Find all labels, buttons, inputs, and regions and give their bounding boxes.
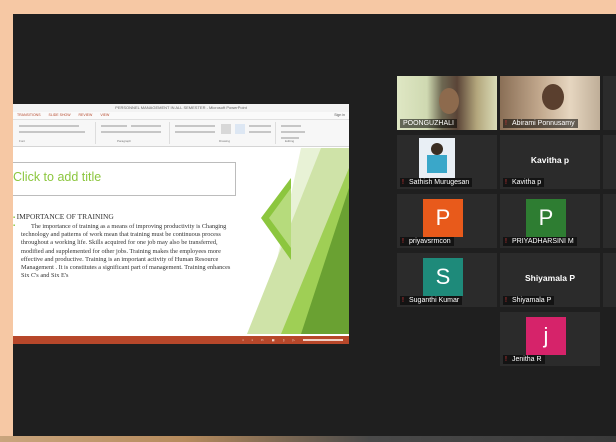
tab-slide-show[interactable]: SLIDE SHOW <box>49 112 71 119</box>
mic-muted-icon: ǃ <box>505 179 507 186</box>
bullet-body: The importance of training as a means of… <box>21 223 231 280</box>
sign-in-link[interactable]: Sign in <box>334 112 345 119</box>
mic-muted-icon: ǃ <box>402 297 404 304</box>
mic-muted-icon: ǃ <box>505 238 507 245</box>
title-placeholder-text: Click to add title <box>13 170 102 184</box>
participant-tile[interactable]: ǃ Sathish Murugesan <box>397 135 497 189</box>
paragraph-group[interactable]: Paragraph <box>97 122 170 144</box>
participant-display-name: Shiyamala P <box>524 273 576 283</box>
participant-tile[interactable]: ǃ Abirami Ponnusamy <box>500 76 600 130</box>
participant-name: ǃ Abirami Ponnusamy <box>503 119 578 128</box>
participant-name: ǃ Kavitha p <box>503 178 545 187</box>
notes-icon[interactable]: ▪ <box>242 338 243 342</box>
tab-review[interactable]: REVIEW <box>79 112 93 119</box>
avatar: j <box>526 317 566 355</box>
font-group-label: Font <box>19 139 26 143</box>
slide-sorter-icon[interactable]: ▦ <box>272 338 275 342</box>
participant-name: POONGUZHALI <box>400 119 457 128</box>
quick-styles-icon[interactable] <box>235 124 245 134</box>
comments-icon[interactable]: ▪ <box>252 338 253 342</box>
ribbon-tabs: TRANSITIONS SLIDE SHOW REVIEW VIEW Sign … <box>13 112 349 120</box>
editing-group[interactable]: Editing <box>277 122 317 144</box>
editing-group-label: Editing <box>285 139 295 143</box>
window-title: PERSONNEL MANAGEMENT IN ALL SEMESTER - M… <box>13 104 349 112</box>
shared-screen: PERSONNEL MANAGEMENT IN ALL SEMESTER - M… <box>13 104 349 344</box>
person-face <box>431 143 443 155</box>
participant-name: ǃ PRIYADHARSINI M <box>503 237 577 246</box>
avatar: P <box>423 199 463 237</box>
ribbon: Font Paragraph Drawing Editing <box>13 120 349 147</box>
participant-name: ǃ Jenitha R <box>503 355 545 364</box>
person-face <box>542 84 564 110</box>
status-bar: ▪ ▪ ▭ ▦ ▯ ▷ <box>13 336 349 344</box>
tab-transitions[interactable]: TRANSITIONS <box>17 112 41 119</box>
paragraph-group-label: Paragraph <box>117 139 132 143</box>
font-group[interactable]: Font <box>15 122 96 144</box>
normal-view-icon[interactable]: ▭ <box>261 338 264 342</box>
meeting-stage: PERSONNEL MANAGEMENT IN ALL SEMESTER - M… <box>13 14 616 438</box>
participant-name: ǃ Sathish Murugesan <box>400 178 473 187</box>
participant-name: ǃ priyavsrmcon <box>400 237 454 246</box>
arrange-icon[interactable] <box>221 124 231 134</box>
mic-muted-icon: ǃ <box>505 297 507 304</box>
mic-muted-icon: ǃ <box>402 179 404 186</box>
participant-tile-partial <box>603 76 616 130</box>
title-placeholder[interactable]: Click to add title <box>13 162 236 196</box>
slideshow-icon[interactable]: ▷ <box>293 338 295 342</box>
participant-tile[interactable]: POONGUZHALI <box>397 76 497 130</box>
participant-tile[interactable]: S ǃ Suganthi Kumar <box>397 253 497 307</box>
participant-tile-partial <box>603 253 616 307</box>
participant-tile[interactable]: j ǃ Jenitha R <box>500 312 600 366</box>
participant-name: ǃ Suganthi Kumar <box>400 296 463 305</box>
mic-muted-icon: ǃ <box>505 120 507 127</box>
taskbar <box>0 436 616 442</box>
mic-muted-icon: ǃ <box>505 356 507 363</box>
participant-tile[interactable]: P ǃ PRIYADHARSINI M <box>500 194 600 248</box>
tab-view[interactable]: VIEW <box>100 112 109 119</box>
participant-tile[interactable]: P ǃ priyavsrmcon <box>397 194 497 248</box>
participant-tile-partial <box>603 194 616 248</box>
participant-tile[interactable]: Shiyamala P ǃ Shiyamala P <box>500 253 600 307</box>
participant-display-name: Kavitha p <box>530 155 570 165</box>
mic-muted-icon: ǃ <box>402 238 404 245</box>
participant-name: ǃ Shiyamala P <box>503 296 555 305</box>
slide-decoration <box>247 148 349 334</box>
slide-canvas[interactable]: Click to add title IMPORTANCE OF TRAININ… <box>13 148 349 334</box>
avatar: S <box>423 258 463 296</box>
person-face <box>439 88 459 114</box>
bullet-icon: ▪ <box>13 223 16 229</box>
avatar: P <box>526 199 566 237</box>
person-body <box>427 155 447 173</box>
reading-view-icon[interactable]: ▯ <box>283 338 285 342</box>
participant-tile[interactable]: Kavitha p ǃ Kavitha p <box>500 135 600 189</box>
drawing-group-label: Drawing <box>219 139 231 143</box>
bullet-heading: IMPORTANCE OF TRAINING <box>13 212 114 221</box>
zoom-slider[interactable] <box>303 339 343 341</box>
drawing-group[interactable]: Drawing <box>171 122 276 144</box>
participant-tile-partial <box>603 135 616 189</box>
